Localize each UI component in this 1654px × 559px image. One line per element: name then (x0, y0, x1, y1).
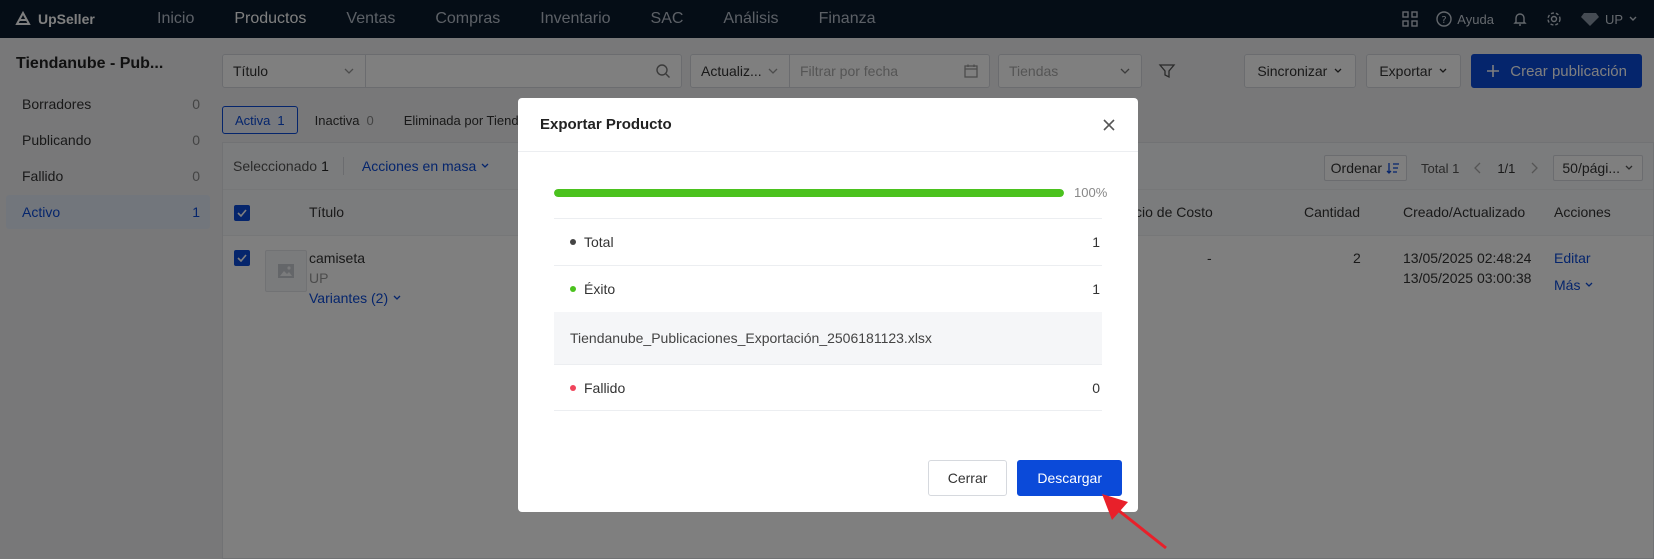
progress-track (554, 188, 1064, 197)
annotation-arrow-icon (1100, 490, 1170, 552)
stat-total-label: Total (584, 234, 614, 250)
stat-success: Éxito 1 (554, 265, 1102, 312)
dialog-title: Exportar Producto (540, 116, 672, 133)
stat-total: Total 1 (554, 218, 1102, 265)
dialog-footer: Cerrar Descargar (927, 460, 1122, 496)
failed-dot-icon (570, 384, 576, 391)
export-progress: 100% (554, 185, 1114, 200)
stat-failed-label: Fallido (584, 379, 626, 396)
stat-success-label: Éxito (584, 281, 616, 297)
stat-failed: Fallido 0 (554, 364, 1102, 411)
export-summary: Total 1 Éxito 1 Tiendanube_Publicaciones… (554, 218, 1102, 411)
progress-fill (554, 188, 1064, 197)
stat-total-value: 1 (1092, 234, 1100, 250)
export-product-dialog: Exportar Producto 100% Total 1 Éxito 1 T… (518, 98, 1138, 512)
close-icon[interactable] (1102, 118, 1116, 132)
progress-percent: 100% (1074, 185, 1108, 200)
stat-failed-value: 0 (1092, 379, 1100, 396)
stat-success-value: 1 (1092, 281, 1100, 297)
close-button[interactable]: Cerrar (927, 460, 1008, 496)
dialog-header: Exportar Producto (518, 98, 1138, 152)
total-dot-icon (570, 239, 576, 245)
exported-file-name: Tiendanube_Publicaciones_Exportación_250… (554, 312, 1102, 364)
success-dot-icon (570, 286, 576, 292)
